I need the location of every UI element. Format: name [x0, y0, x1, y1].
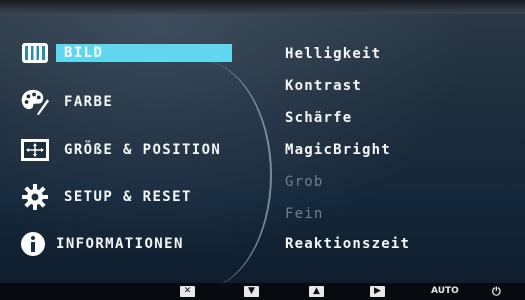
close-icon[interactable]: ✕	[180, 286, 195, 297]
submenu-item-grob: Grob	[285, 174, 324, 190]
submenu-item-helligkeit[interactable]: Helligkeit	[285, 46, 381, 62]
submenu-item-reaktionszeit[interactable]: Reaktionszeit	[285, 236, 410, 252]
submenu-item-schaerfe[interactable]: Schärfe	[285, 110, 352, 126]
size-position-icon	[20, 135, 50, 165]
right-arrow-icon[interactable]: ▶	[370, 286, 385, 297]
submenu-item-kontrast[interactable]: Kontrast	[285, 78, 362, 94]
gear-icon	[20, 182, 50, 212]
palette-icon	[20, 87, 50, 117]
submenu-item-fein: Fein	[285, 206, 324, 222]
submenu-item-magicbright[interactable]: MagicBright	[285, 142, 391, 158]
up-arrow-icon[interactable]: ▲	[309, 286, 324, 297]
info-icon	[20, 229, 46, 259]
menu-item-label: BILD	[56, 44, 232, 62]
menu-item-label: FARBE	[64, 94, 114, 110]
auto-button[interactable]: AUTO	[431, 286, 459, 297]
power-icon[interactable]: ⏻	[492, 286, 501, 297]
picture-icon	[20, 38, 50, 68]
osd-screen: BILD FARBE GRÖßE & POSITION SETUP & RESE…	[0, 0, 525, 300]
button-guide-bar: ✕ ▼ ▲ ▶ AUTO ⏻	[0, 283, 525, 300]
down-arrow-icon[interactable]: ▼	[244, 286, 259, 297]
